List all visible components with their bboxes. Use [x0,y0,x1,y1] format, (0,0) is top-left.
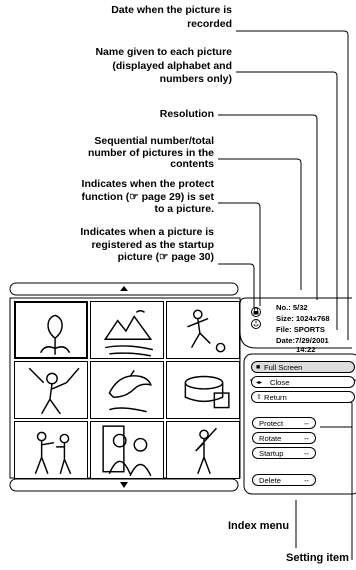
thumbnail-dolphin[interactable] [90,361,164,419]
name-leader [236,71,338,330]
cake-icon [184,375,230,409]
soccer-player-icon [187,309,226,353]
baseball-batter-icon [28,367,80,415]
info-no: No.: 5/32 [276,303,308,312]
scroll-up-arrow[interactable] [120,286,128,291]
index-menu-label: Index menu [228,520,290,532]
info-size: Size: 1024x768 [276,314,330,323]
full-screen-icon: ■ [256,364,261,371]
thumbnail-golfer[interactable] [166,421,240,479]
startup-button[interactable]: Startup ↔ [252,447,316,459]
lock-icon [251,307,261,317]
thumbnail-soccer-player[interactable] [166,301,240,359]
arrow-icon: ↔ [303,477,310,484]
scroll-down-arrow[interactable] [120,482,128,488]
rotate-button[interactable]: Rotate ↔ [252,432,316,444]
close-icon: ◂▸ [256,380,263,386]
return-icon: ⇧ [256,394,262,401]
startup-icon [251,319,261,329]
protect-button[interactable]: Protect ↔ [252,417,316,429]
resolution-leader [218,114,318,300]
arrow-icon: ↔ [303,450,310,457]
setting-leader [318,398,353,560]
people-portrait-icon [102,425,152,477]
thumbnail-baseball-batter[interactable] [14,361,88,419]
boxers-icon [34,431,72,475]
arrow-icon: ↔ [303,420,310,427]
close-button[interactable]: ◂▸ Close [251,376,355,388]
dolphin-icon [108,369,152,413]
thumbnail-cake[interactable] [166,361,240,419]
thumbnail-mountain-lake[interactable] [90,301,164,359]
arrow-icon: ↔ [303,435,310,442]
golfer-icon [195,427,217,475]
thumbnail-people-portrait[interactable] [90,421,164,479]
mountain-lake-icon [103,310,154,357]
date-leader [236,30,349,340]
full-screen-button[interactable]: ■ Full Screen [251,361,355,373]
return-button[interactable]: ⇧ Return [251,391,355,403]
info-file: File: SPORTS [276,325,325,334]
setting-item-label: Setting item [286,552,349,564]
thumbnail-tulip[interactable] [14,301,88,359]
thumbnail-boxers[interactable] [14,421,88,479]
info-time: 14:22 [296,345,316,354]
tulip-icon [39,314,71,355]
delete-button[interactable]: Delete ↔ [252,474,316,486]
